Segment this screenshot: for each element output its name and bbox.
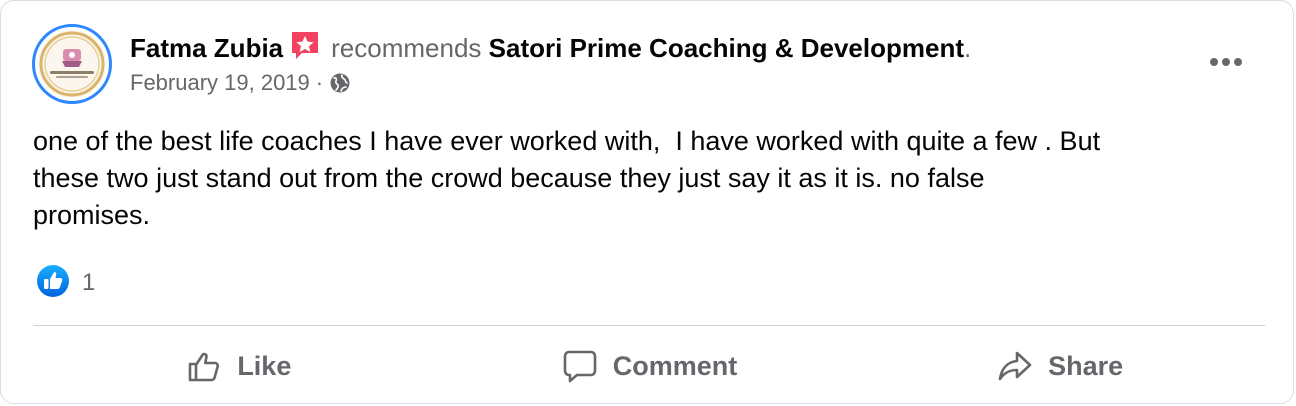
recommends-verb: recommends (331, 33, 482, 63)
post-meta: February 19, 2019 · (130, 68, 351, 102)
like-reaction-icon (36, 264, 70, 303)
comment-bubble-icon (563, 350, 597, 383)
more-dots-icon (1210, 58, 1242, 66)
page-name-link[interactable]: Satori Prime Coaching & Development (489, 33, 964, 63)
recommendation-star-icon (289, 29, 321, 69)
more-options-button[interactable] (1208, 44, 1244, 80)
comment-label: Comment (612, 350, 738, 381)
post-actions-bar: Like Comment Share (33, 331, 1265, 401)
actions-divider (33, 325, 1265, 326)
reaction-count: 1 (82, 269, 96, 296)
share-label: Share (1048, 350, 1124, 381)
share-arrow-icon (998, 351, 1032, 381)
header-period: . (963, 33, 972, 63)
author-avatar[interactable] (32, 24, 112, 104)
like-button[interactable]: Like (33, 331, 444, 401)
like-label: Like (237, 350, 292, 381)
recommendation-post-card: Fatma Zubia recommends Satori Prime Coach… (0, 0, 1294, 404)
globe-icon (329, 72, 351, 102)
meta-separator: · (315, 70, 324, 95)
share-button[interactable]: Share (854, 331, 1265, 401)
avatar-logo-image (38, 30, 106, 98)
comment-button[interactable]: Comment (444, 331, 855, 401)
author-name[interactable]: Fatma Zubia (130, 33, 283, 63)
post-date[interactable]: February 19, 2019 (130, 70, 310, 95)
post-text: one of the best life coaches I have ever… (33, 126, 1101, 230)
reactions-summary[interactable]: 1 (36, 264, 96, 303)
post-header: Fatma Zubia recommends Satori Prime Coach… (130, 29, 971, 69)
thumbs-up-icon (189, 352, 220, 382)
